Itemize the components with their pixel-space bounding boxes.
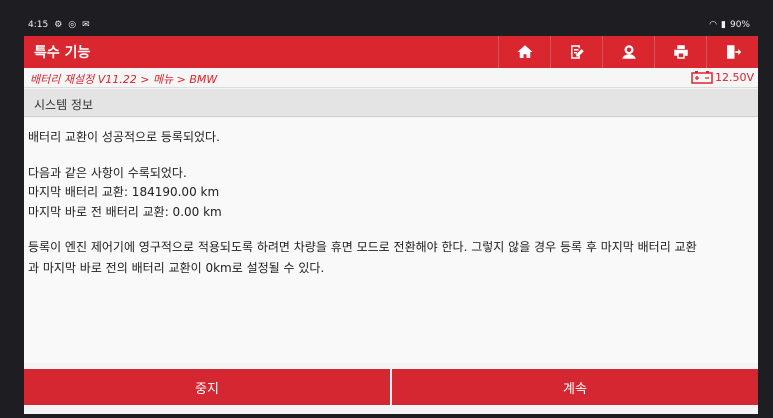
- message-line: 등록이 엔진 제어기에 영구적으로 적용되도록 하려면 차량을 휴면 모드로 전…: [28, 240, 697, 254]
- print-button[interactable]: [654, 36, 706, 68]
- message-line: 다음과 같은 사항이 수록되었다.: [28, 166, 187, 180]
- stop-button[interactable]: 중지: [24, 369, 390, 405]
- home-icon: [517, 45, 532, 58]
- section-title: 시스템 정보: [34, 98, 94, 112]
- battery-level: 90%: [729, 20, 750, 30]
- print-icon: [673, 45, 688, 59]
- clock: 4:15: [28, 20, 49, 30]
- message-line: 마지막 바로 전 배터리 교환: 0.00 km: [28, 205, 222, 219]
- app-screen: 특수 기능 배터리 재설정 V11.22 > 메뉴 > BMW 12.50V 시…: [24, 36, 758, 414]
- notification-icon: ⚙: [54, 20, 63, 30]
- notification-icon: ✉: [82, 20, 90, 30]
- android-status-bar: 4:15 ⚙ ◎ ✉ ◠ ▮ 90%: [24, 18, 756, 34]
- battery-voltage: 12.50V: [691, 70, 754, 84]
- battery-icon: ▮: [721, 20, 726, 30]
- exit-icon: [726, 45, 741, 59]
- app-header: 특수 기능: [24, 36, 758, 68]
- breadcrumb-bar: 배터리 재설정 V11.22 > 메뉴 > BMW 12.50V: [24, 68, 758, 88]
- message-content: 배터리 교환이 성공적으로 등록되었다. 다음과 같은 사항이 수록되었다. 마…: [24, 118, 758, 363]
- car-battery-icon: [691, 71, 713, 84]
- voltage-value: 12.50V: [714, 70, 754, 84]
- message-line: 과 마지막 바로 전의 배터리 교환이 0km로 설정될 수 있다.: [28, 261, 325, 275]
- exit-button[interactable]: [706, 36, 758, 68]
- user-icon: [621, 45, 636, 59]
- breadcrumb: 배터리 재설정 V11.22 > 메뉴 > BMW: [30, 73, 218, 86]
- section-header: 시스템 정보: [24, 89, 758, 117]
- edit-report-button[interactable]: [550, 36, 602, 68]
- continue-button[interactable]: 계속: [392, 369, 758, 405]
- message-line: 배터리 교환이 성공적으로 등록되었다.: [28, 130, 220, 144]
- user-button[interactable]: [602, 36, 654, 68]
- edit-report-icon: [570, 45, 584, 59]
- message-line: 마지막 배터리 교환: 184190.00 km: [28, 185, 220, 199]
- footer-actions: 중지 계속: [24, 369, 758, 405]
- home-button[interactable]: [498, 36, 550, 68]
- notification-icon: ◎: [68, 20, 77, 30]
- page-title: 특수 기능: [34, 45, 91, 61]
- wifi-icon: ◠: [709, 20, 718, 30]
